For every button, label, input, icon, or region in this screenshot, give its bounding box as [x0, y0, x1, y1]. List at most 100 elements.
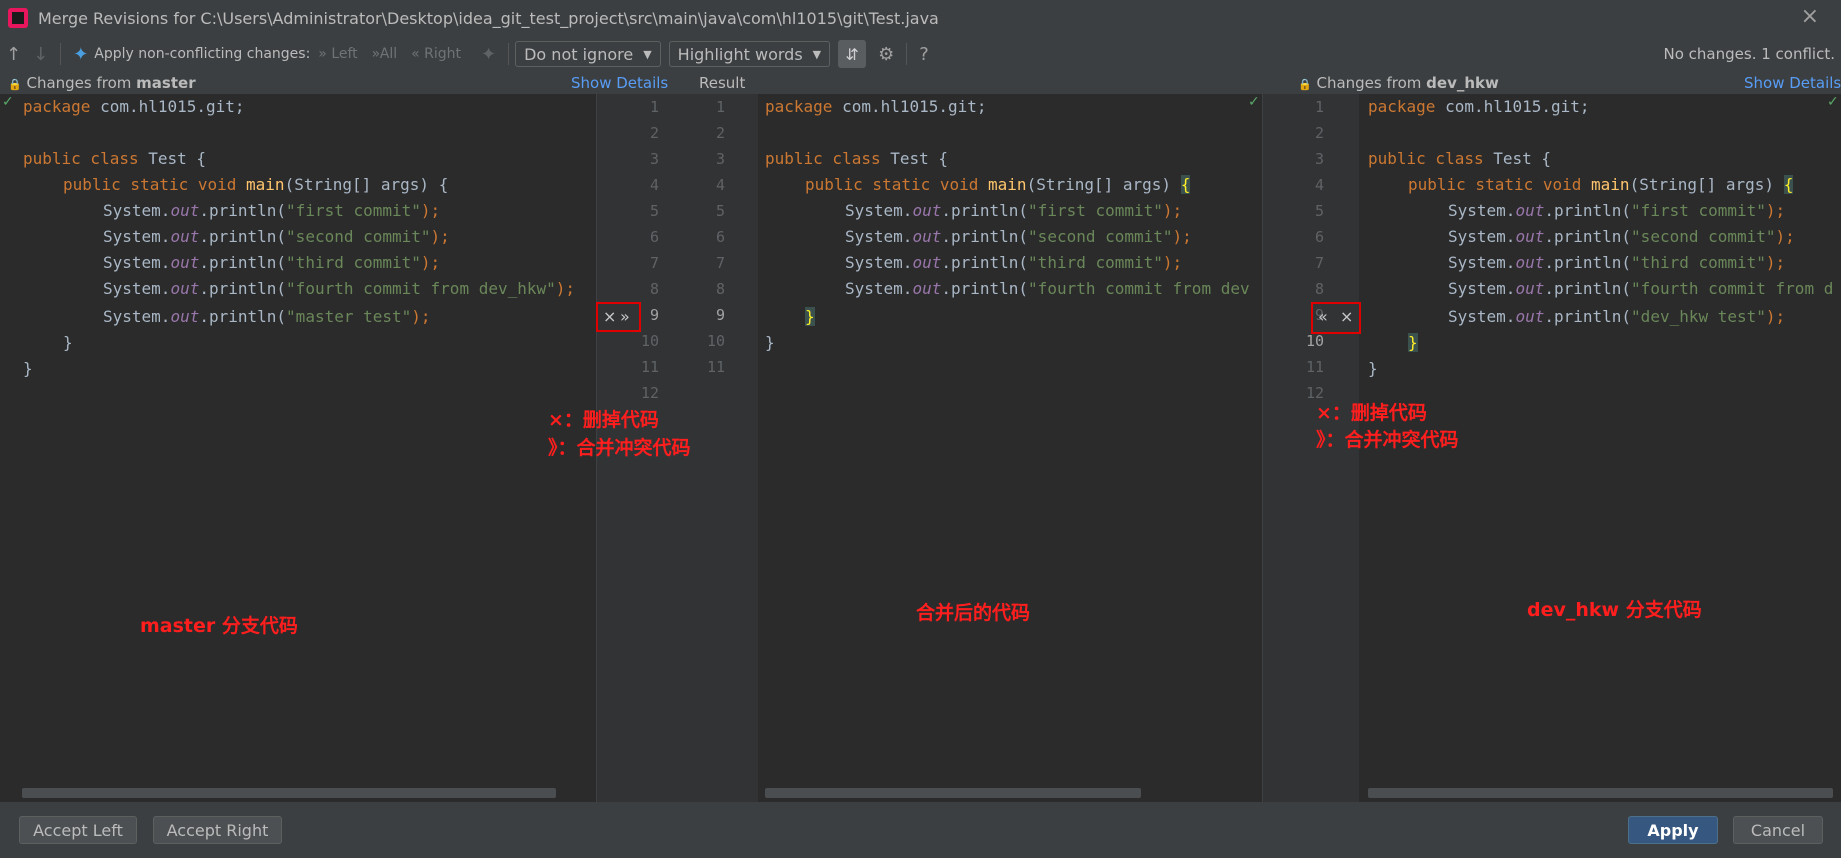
code-text: System.	[1448, 279, 1516, 298]
right-horizontal-scrollbar[interactable]	[1368, 788, 1833, 798]
result-editor[interactable]: ✓ package com.hl1015.git; public class T…	[758, 94, 1262, 802]
right-show-details-link[interactable]: Show Details	[1744, 72, 1841, 94]
right-panel-title: 🔒 Changes from dev_hkw	[1298, 72, 1499, 94]
field: out	[912, 227, 942, 246]
keyword: public	[805, 175, 863, 194]
code-line: public class Test {	[23, 146, 596, 172]
code-text: System.	[845, 227, 913, 246]
field: out	[912, 253, 942, 272]
accept-left-button[interactable]: Accept Left	[19, 816, 137, 844]
string: "second commit"	[286, 227, 431, 246]
matched-brace: {	[1180, 175, 1191, 194]
keyword: class	[80, 149, 139, 168]
annotation-dev-hkw-branch: dev_hkw 分支代码	[1527, 599, 1702, 621]
line-number: 2	[1314, 124, 1324, 142]
code-text: System.	[845, 279, 913, 298]
string: "third commit"	[1028, 253, 1163, 272]
accept-right-change-icon[interactable]: «	[1318, 304, 1328, 330]
code-text: );	[555, 279, 576, 298]
code-text: System.	[103, 253, 171, 272]
synchronize-scrolling-toggle[interactable]: ⇵	[838, 40, 867, 68]
result-horizontal-scrollbar[interactable]	[765, 788, 1141, 798]
apply-left-label: Left	[331, 46, 358, 62]
code-text: );	[420, 201, 441, 220]
cancel-button[interactable]: Cancel	[1733, 816, 1823, 844]
field: out	[912, 201, 942, 220]
left-show-details-link[interactable]: Show Details	[571, 72, 668, 94]
line-number: 11	[706, 358, 725, 376]
left-horizontal-scrollbar[interactable]	[22, 788, 556, 798]
toolbar-divider	[60, 43, 62, 65]
line-number: 9	[715, 306, 725, 324]
code-line: System.out.println("third commit");	[1448, 250, 1841, 276]
string: "third commit"	[286, 253, 421, 272]
keyword: package	[765, 97, 833, 116]
magic-wand-icon[interactable]: ✦	[481, 44, 496, 65]
accept-right-button[interactable]: Accept Right	[153, 816, 282, 844]
ignore-whitespace-dropdown[interactable]: Do not ignore ▼	[515, 41, 661, 67]
line-number: 6	[715, 228, 725, 246]
code-text: );	[430, 227, 450, 246]
line-number: 3	[715, 150, 725, 168]
keyword: class	[1425, 149, 1484, 168]
line-number: 10	[640, 332, 659, 350]
previous-difference-icon[interactable]: ↑	[6, 44, 21, 65]
apply-left-button[interactable]: » Left	[318, 46, 357, 62]
code-text: );	[1765, 201, 1786, 220]
code-line: System.out.println("first commit");	[1448, 198, 1841, 224]
code-line: System.out.println("third commit");	[103, 250, 596, 276]
next-difference-icon[interactable]: ↓	[33, 44, 48, 65]
help-icon[interactable]: ?	[919, 44, 929, 65]
highlight-mode-dropdown[interactable]: Highlight words ▼	[668, 41, 831, 67]
line-number: 4	[1314, 176, 1324, 194]
keyword: static void	[862, 175, 979, 194]
code-text: .println(	[1544, 201, 1632, 220]
apply-right-button[interactable]: « Right	[411, 46, 461, 62]
code-text: }	[1368, 359, 1378, 378]
code-text: System.	[845, 253, 913, 272]
double-right-icon: »	[318, 46, 327, 62]
resolve-magic-icon[interactable]: ✦	[73, 44, 88, 65]
code-text: }	[765, 333, 775, 352]
keyword: package	[1368, 97, 1436, 116]
left-editor-master[interactable]: ✓ package com.hl1015.git; public class T…	[0, 94, 596, 802]
field: out	[1515, 307, 1545, 326]
code-text: (String[] args)	[1629, 175, 1784, 194]
line-number: 11	[640, 358, 659, 376]
apply-button[interactable]: Apply	[1628, 816, 1718, 844]
apply-all-button[interactable]: »All	[372, 46, 397, 62]
string: "second commit"	[1631, 227, 1776, 246]
string: "third commit"	[1631, 253, 1766, 272]
code-text: Test {	[880, 149, 949, 168]
left-panel-title: 🔒 Changes from master	[8, 72, 196, 94]
code-line-conflict: System.out.println("master test");	[103, 304, 596, 330]
line-number: 11	[1305, 358, 1324, 376]
field: out	[1515, 201, 1545, 220]
line-number: 2	[715, 124, 725, 142]
settings-gear-icon[interactable]: ⚙	[878, 44, 894, 65]
line-number: 5	[1314, 202, 1324, 220]
matched-brace: }	[1408, 333, 1418, 352]
string: "second commit"	[1028, 227, 1173, 246]
lock-icon: 🔒	[8, 78, 22, 91]
keyword: public	[23, 149, 81, 168]
ignore-right-change-x-icon[interactable]: ×	[1340, 304, 1353, 330]
left-branch-name: master	[136, 74, 196, 92]
code-text: .println(	[1544, 307, 1632, 326]
code-line: }	[805, 304, 1262, 330]
keyword: static void	[1465, 175, 1582, 194]
line-number: 7	[1314, 254, 1324, 272]
field: out	[170, 279, 200, 298]
merge-status: No changes. 1 conflict.	[1663, 45, 1835, 63]
code-text: .println(	[199, 279, 287, 298]
double-left-icon: «	[411, 46, 420, 62]
ignore-left-change-x-icon[interactable]: ×	[603, 304, 616, 330]
toolbar: ↑ ↓ ✦ Apply non-conflicting changes: » L…	[0, 36, 1841, 72]
code-text: System.	[103, 227, 171, 246]
code-text: (String[] args)	[1026, 175, 1181, 194]
accept-left-change-icon[interactable]: »	[620, 304, 630, 330]
highlight-mode-value: Highlight words	[677, 44, 803, 64]
close-icon[interactable]: ×	[1801, 4, 1819, 29]
line-number: 6	[1314, 228, 1324, 246]
code-text: System.	[103, 201, 171, 220]
